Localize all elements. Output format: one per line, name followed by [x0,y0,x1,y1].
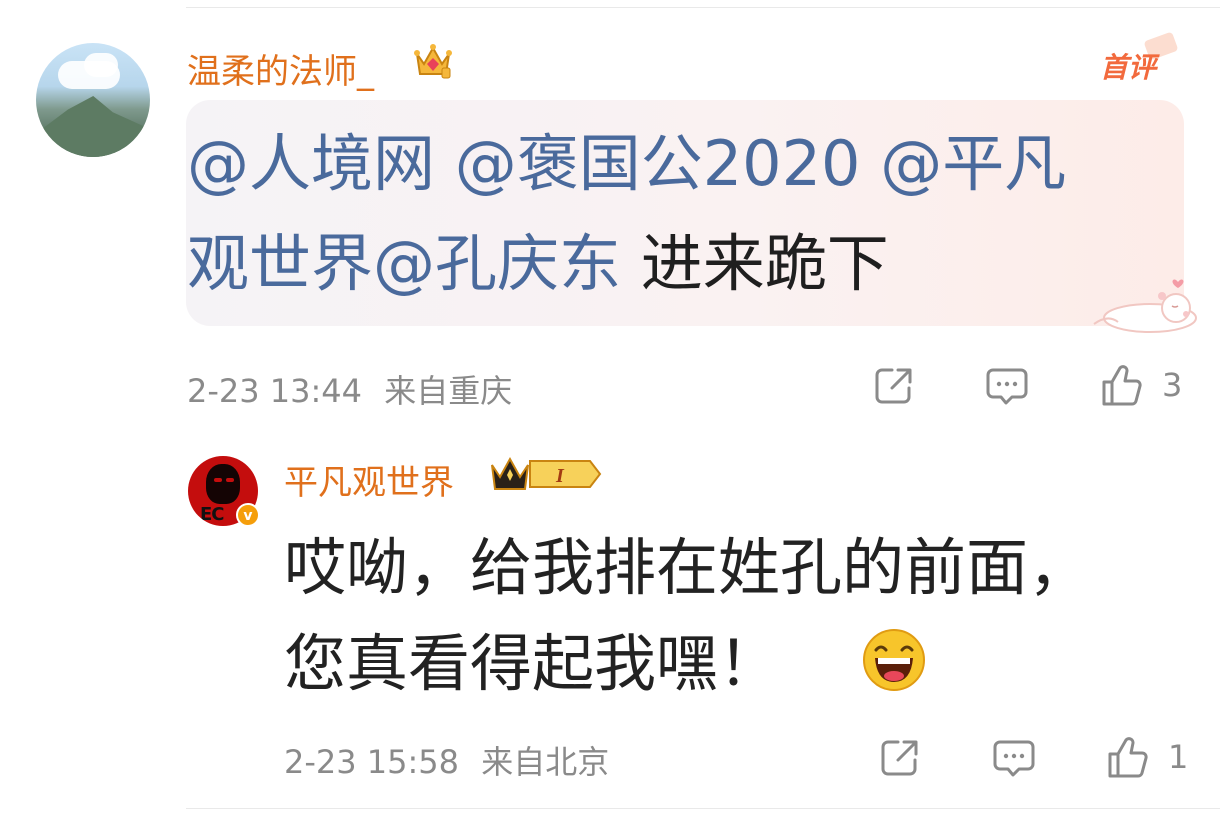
like-icon[interactable] [1100,364,1144,408]
commenter-username[interactable]: 温柔的法师_ [187,44,374,93]
first-comment-tag: 首评 [1100,51,1157,84]
like-count: 3 [1162,366,1183,404]
comment-date: 2-23 13:44 [187,372,363,410]
level-badge-text: I [555,465,565,487]
top-divider [186,7,1220,8]
comment-content: @人境网 @褒国公2020 @平凡 观世界@孔庆东 进来跪下 [187,114,1177,314]
verified-badge: v [236,503,260,527]
reply-share-icon[interactable] [878,736,922,780]
reply-comment-icon[interactable] [992,736,1036,780]
comment-location: 来自重庆 [384,372,513,410]
reply-location: 来自北京 [481,743,610,781]
sleeping-cat-decoration [1093,279,1197,333]
comment-icon[interactable] [985,364,1029,408]
diamond-crown-icon [414,44,452,79]
mention-links-line1[interactable]: @人境网 @褒国公2020 @平凡 [187,127,1066,200]
reply-line-1: 哎呦，给我排在姓孔的前面， [284,531,1091,604]
comment-text-tail: 进来跪下 [621,227,889,300]
reply-like-icon[interactable] [1106,736,1150,780]
reply-content: 哎呦，给我排在姓孔的前面， 您真看得起我嘿！ [284,520,1204,712]
reply-meta: 2-23 15:58 来自北京 [284,737,609,783]
reply-date: 2-23 15:58 [284,743,460,781]
bottom-divider [186,808,1220,809]
commenter-avatar[interactable] [36,43,150,157]
reply-like-count: 1 [1168,738,1189,776]
share-icon[interactable] [872,364,916,408]
replier-username[interactable]: 平凡观世界 [284,455,454,504]
comment-meta: 2-23 13:44 来自重庆 [187,366,512,412]
reply-line-2: 您真看得起我嘿！ [284,627,781,700]
comment-thread: 温柔的法师_ 首评 @人境网 @褒国公2020 @平凡 观世界@孔庆东 进来跪下… [0,0,1220,824]
crown-level-badge-icon: I [491,456,602,490]
laughing-emoji-icon [863,629,925,691]
mention-links-line2[interactable]: 观世界@孔庆东 [187,227,621,300]
